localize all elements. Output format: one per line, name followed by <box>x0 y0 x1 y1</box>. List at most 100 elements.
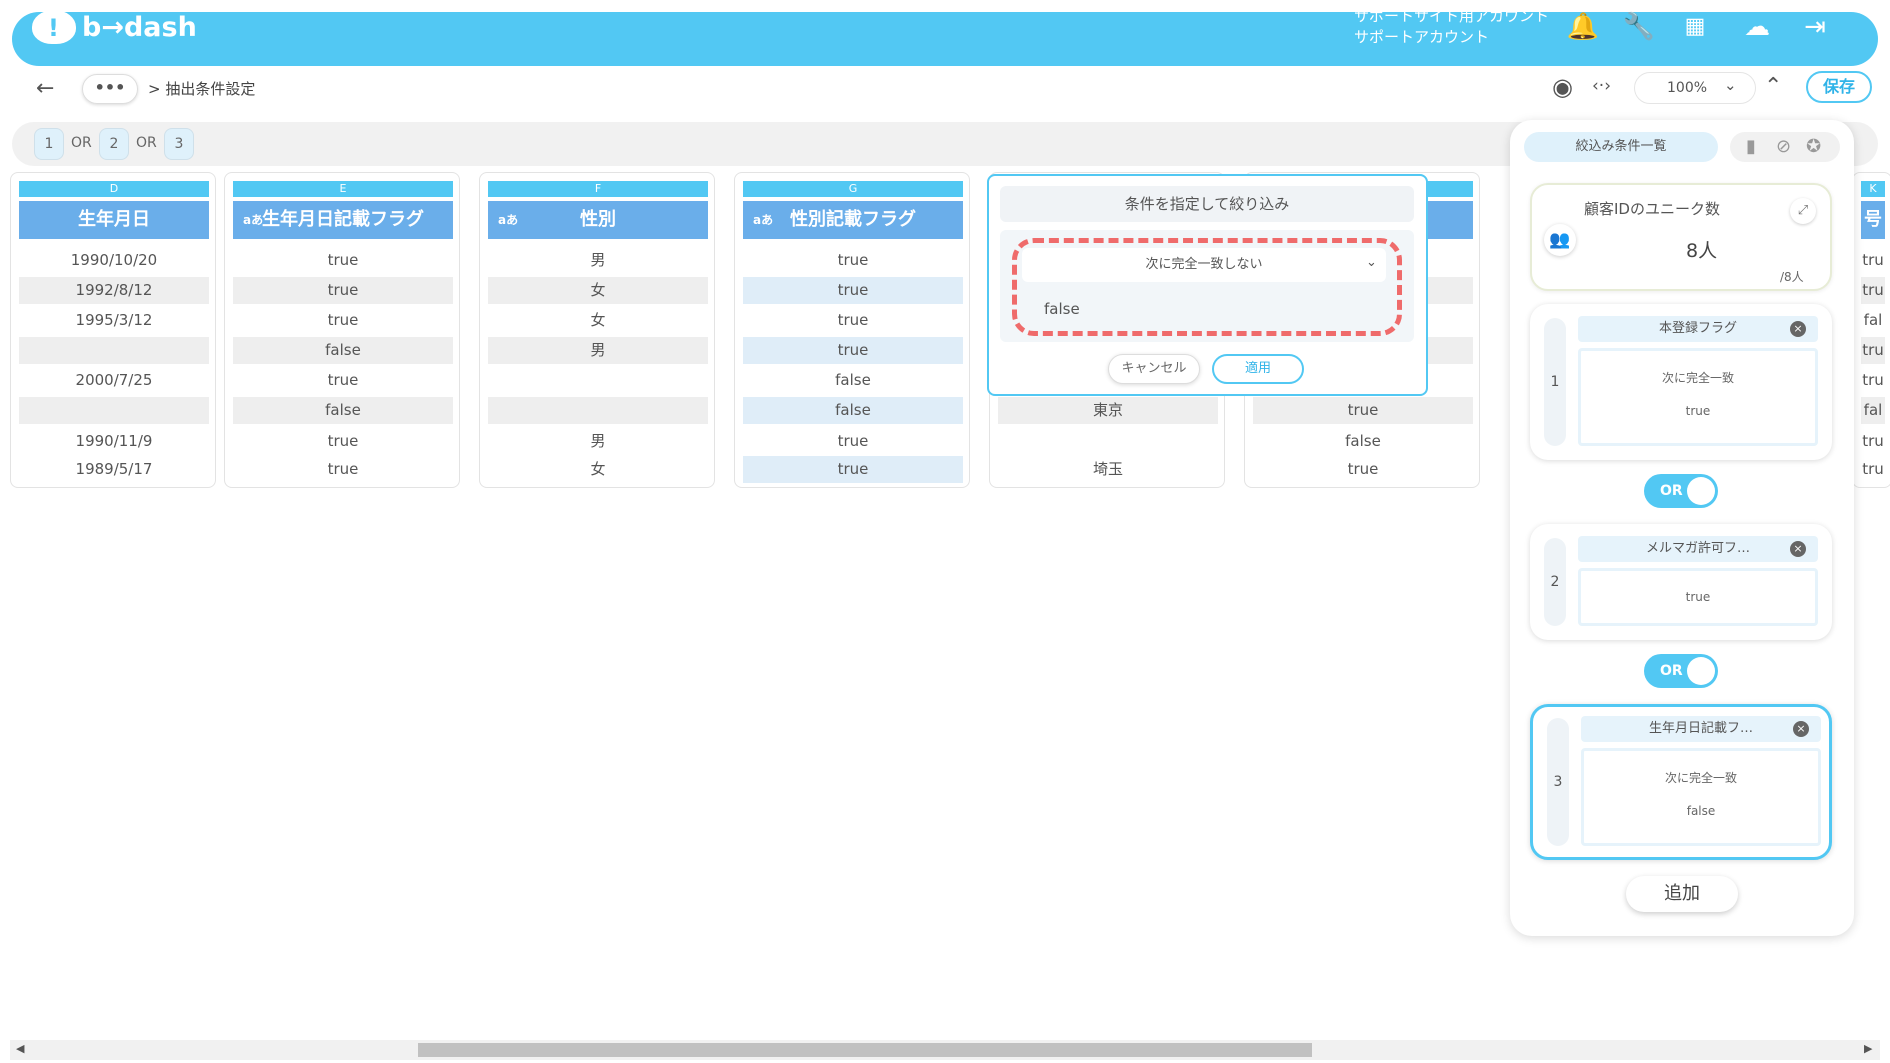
expand-icon[interactable]: ⤢ <box>1790 198 1816 224</box>
column-title[interactable]: aあ 性別 <box>488 201 708 239</box>
eye-icon[interactable]: ◉ <box>1552 73 1573 101</box>
condition-card-1[interactable]: 1 本登録フラグ × 次に完全一致 true <box>1530 304 1832 460</box>
table-cell[interactable]: tru <box>1861 337 1885 364</box>
account-info[interactable]: サポートサイト用アカウント サポートアカウント <box>1354 6 1549 48</box>
bell-icon[interactable]: 🔔 <box>1566 12 1600 42</box>
hide-icon[interactable]: ⊘ <box>1776 136 1791 157</box>
document-icon[interactable]: ▮ <box>1746 136 1756 157</box>
condition-body[interactable]: 次に完全一致 true <box>1578 348 1818 446</box>
apps-grid-icon[interactable]: ▦ <box>1678 12 1712 42</box>
column-header[interactable]: K 号訂 <box>1861 181 1885 268</box>
table-cell[interactable] <box>488 367 708 394</box>
table-cell[interactable]: true <box>233 367 453 394</box>
condition-body[interactable]: true <box>1578 568 1818 626</box>
table-cell[interactable]: fal <box>1861 307 1885 334</box>
code-brackets-icon[interactable]: ‹·› <box>1592 76 1611 96</box>
table-cell[interactable] <box>19 337 209 364</box>
table-cell[interactable]: 2000/7/25 <box>19 367 209 394</box>
condition-card-3[interactable]: 3 生年月日記載フ… × 次に完全一致 false <box>1530 704 1832 860</box>
logout-icon[interactable]: ⇥ <box>1798 12 1832 42</box>
column-letter[interactable]: G <box>743 181 963 197</box>
condition-chip-2[interactable]: 2 <box>99 128 129 160</box>
tab-filter-list[interactable]: 絞込み条件一覧 <box>1524 132 1718 162</box>
column-title[interactable]: 号訂 <box>1861 201 1885 268</box>
column-header[interactable]: Faあ 性別 <box>488 181 708 239</box>
scroll-left-arrow[interactable]: ◀ <box>16 1042 24 1055</box>
column-header[interactable]: Eaあ 生年月日記載フラグ <box>233 181 453 239</box>
table-cell[interactable]: true <box>233 247 453 274</box>
table-cell[interactable]: true <box>743 277 963 304</box>
table-cell[interactable]: 女 <box>488 456 708 483</box>
or-toggle[interactable]: OR <box>1644 474 1718 508</box>
apply-button[interactable]: 適用 <box>1212 354 1304 384</box>
table-cell[interactable] <box>19 397 209 424</box>
or-toggle[interactable]: OR <box>1644 654 1718 688</box>
table-cell[interactable]: 男 <box>488 337 708 364</box>
table-cell[interactable]: tru <box>1861 428 1885 455</box>
table-cell[interactable]: 女 <box>488 277 708 304</box>
zoom-select[interactable]: 100% <box>1634 72 1756 104</box>
table-cell[interactable]: true <box>233 428 453 455</box>
wrench-icon[interactable]: 🔧 <box>1622 12 1656 42</box>
table-cell[interactable]: false <box>1253 428 1473 455</box>
table-cell[interactable]: tru <box>1861 456 1885 483</box>
table-cell[interactable]: true <box>743 428 963 455</box>
table-cell[interactable]: true <box>743 337 963 364</box>
table-cell[interactable]: 1995/3/12 <box>19 307 209 334</box>
table-cell[interactable] <box>998 428 1218 455</box>
column-header[interactable]: Gaあ 性別記載フラグ <box>743 181 963 239</box>
column-title[interactable]: aあ 性別記載フラグ <box>743 201 963 239</box>
table-cell[interactable]: 1990/10/20 <box>19 247 209 274</box>
table-cell[interactable]: tru <box>1861 247 1885 274</box>
column-letter[interactable]: F <box>488 181 708 197</box>
table-cell[interactable]: false <box>233 397 453 424</box>
condition-chip-3[interactable]: 3 <box>164 128 194 160</box>
column-letter[interactable]: K <box>1861 181 1885 197</box>
remove-icon[interactable]: × <box>1790 321 1806 337</box>
table-cell[interactable]: false <box>233 337 453 364</box>
condition-body[interactable]: 次に完全一致 false <box>1581 748 1821 846</box>
column-title[interactable]: 生年月日 <box>19 201 209 239</box>
table-cell[interactable]: true <box>233 307 453 334</box>
add-condition-button[interactable]: 追加 <box>1626 876 1738 912</box>
more-menu-button[interactable]: ••• <box>82 74 138 104</box>
remove-icon[interactable]: × <box>1793 721 1809 737</box>
table-cell[interactable]: true <box>743 456 963 483</box>
table-cell[interactable]: 男 <box>488 247 708 274</box>
condition-card-2[interactable]: 2 メルマガ許可フ… × true <box>1530 524 1832 640</box>
table-cell[interactable]: fal <box>1861 397 1885 424</box>
table-cell[interactable]: true <box>743 247 963 274</box>
table-cell[interactable]: 1989/5/17 <box>19 456 209 483</box>
table-cell[interactable]: true <box>233 456 453 483</box>
table-cell[interactable]: false <box>743 397 963 424</box>
table-cell[interactable]: 1990/11/9 <box>19 428 209 455</box>
back-button[interactable]: ← <box>36 76 54 101</box>
table-cell[interactable]: true <box>1253 397 1473 424</box>
table-cell[interactable]: false <box>743 367 963 394</box>
value-input[interactable]: false <box>1044 300 1080 318</box>
table-cell[interactable]: true <box>743 307 963 334</box>
save-button[interactable]: 保存 <box>1806 71 1872 103</box>
table-cell[interactable]: 埼玉 <box>998 456 1218 483</box>
column-letter[interactable]: D <box>19 181 209 197</box>
scroll-right-arrow[interactable]: ▶ <box>1864 1042 1872 1055</box>
table-cell[interactable]: 1992/8/12 <box>19 277 209 304</box>
table-cell[interactable]: true <box>1253 456 1473 483</box>
chat-cloud-icon[interactable]: ☁ <box>1740 12 1774 42</box>
condition-chip-1[interactable]: 1 <box>34 128 64 160</box>
column-header[interactable]: D 生年月日 <box>19 181 209 239</box>
settings-icon[interactable]: ✪ <box>1806 136 1821 157</box>
scrollbar-thumb[interactable] <box>418 1043 1312 1057</box>
column-title[interactable]: aあ 生年月日記載フラグ <box>233 201 453 239</box>
table-cell[interactable] <box>488 397 708 424</box>
table-cell[interactable]: 東京 <box>998 397 1218 424</box>
column-letter[interactable]: E <box>233 181 453 197</box>
table-cell[interactable]: 女 <box>488 307 708 334</box>
brand-logo[interactable]: ! b→dash <box>32 10 197 44</box>
cancel-button[interactable]: キャンセル <box>1108 354 1200 384</box>
operator-select[interactable]: 次に完全一致しない <box>1022 248 1386 282</box>
remove-icon[interactable]: × <box>1790 541 1806 557</box>
table-cell[interactable]: 男 <box>488 428 708 455</box>
table-cell[interactable]: tru <box>1861 277 1885 304</box>
table-cell[interactable]: true <box>233 277 453 304</box>
